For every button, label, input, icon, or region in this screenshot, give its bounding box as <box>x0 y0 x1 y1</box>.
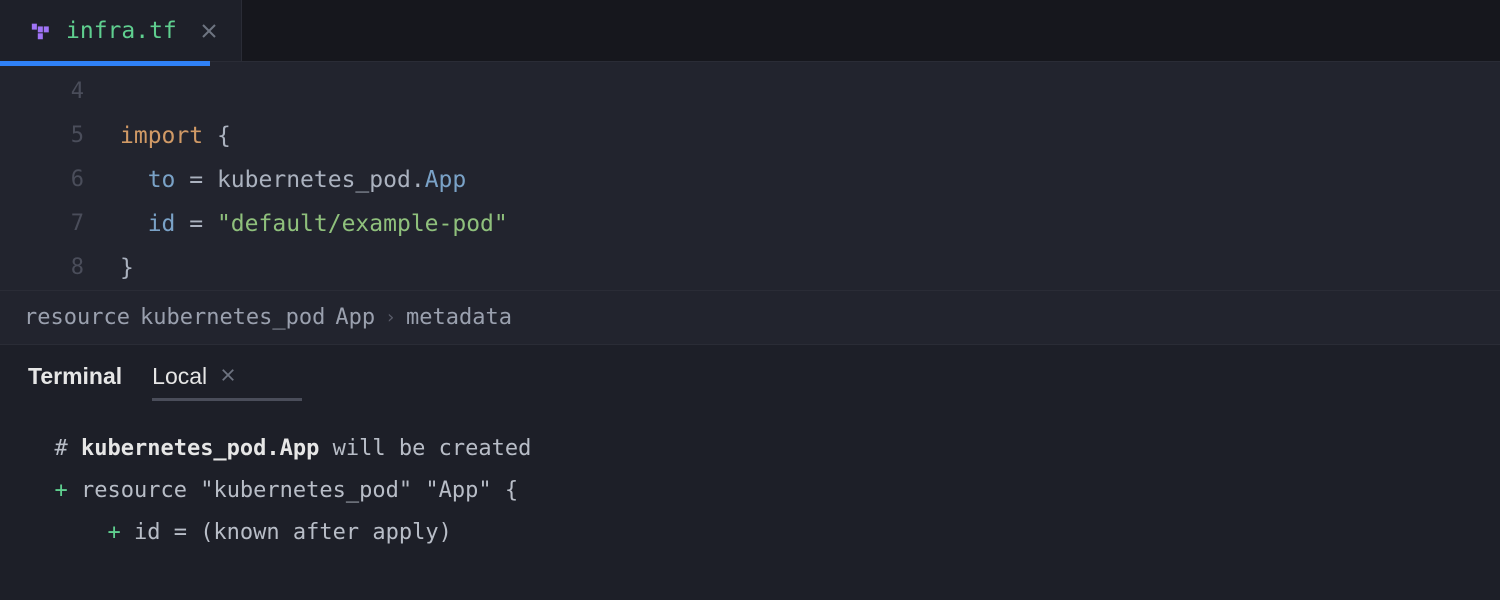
breadcrumb-part: App <box>335 305 375 330</box>
terminal-session-local[interactable]: Local <box>152 363 235 400</box>
tab-bar: infra.tf <box>0 0 1500 62</box>
panel-tab-bar: Terminal Local <box>0 345 1500 410</box>
code-editor[interactable]: 4 5 6 7 8 import { to = kubernetes_pod.A… <box>0 62 1500 290</box>
code-line <box>120 70 1500 114</box>
editor-container: infra.tf 4 5 6 7 8 import { to = kuberne… <box>0 0 1500 600</box>
line-number: 8 <box>0 246 84 290</box>
file-tab-infra[interactable]: infra.tf <box>0 0 242 61</box>
code-area[interactable]: import { to = kubernetes_pod.App id = "d… <box>120 62 1500 290</box>
panel-sub-indicator <box>152 398 302 401</box>
tab-active-indicator <box>0 61 210 66</box>
close-icon[interactable] <box>199 21 219 41</box>
breadcrumb-part: kubernetes_pod <box>140 305 325 330</box>
tab-filename: infra.tf <box>66 18 177 44</box>
terminal-output[interactable]: # kubernetes_pod.App will be created + r… <box>0 410 1500 600</box>
code-line: to = kubernetes_pod.App <box>120 158 1500 202</box>
code-line: id = "default/example-pod" <box>120 202 1500 246</box>
code-line: } <box>120 246 1500 290</box>
line-number: 6 <box>0 158 84 202</box>
breadcrumb-part: resource <box>24 305 130 330</box>
terminal-line: # kubernetes_pod.App will be created <box>28 428 1472 470</box>
code-line: import { <box>120 114 1500 158</box>
line-gutter: 4 5 6 7 8 <box>0 62 120 290</box>
line-number: 4 <box>0 70 84 114</box>
terminal-tab[interactable]: Terminal <box>28 363 122 400</box>
close-icon[interactable] <box>221 365 235 388</box>
chevron-right-icon: › <box>385 307 396 328</box>
breadcrumb-part: metadata <box>406 305 512 330</box>
line-number: 5 <box>0 114 84 158</box>
terminal-line: + resource "kubernetes_pod" "App" { <box>28 470 1472 512</box>
breadcrumb[interactable]: resource kubernetes_pod App › metadata <box>0 290 1500 345</box>
terminal-line: + id = (known after apply) <box>28 512 1472 554</box>
line-number: 7 <box>0 202 84 246</box>
terraform-icon <box>30 20 52 42</box>
